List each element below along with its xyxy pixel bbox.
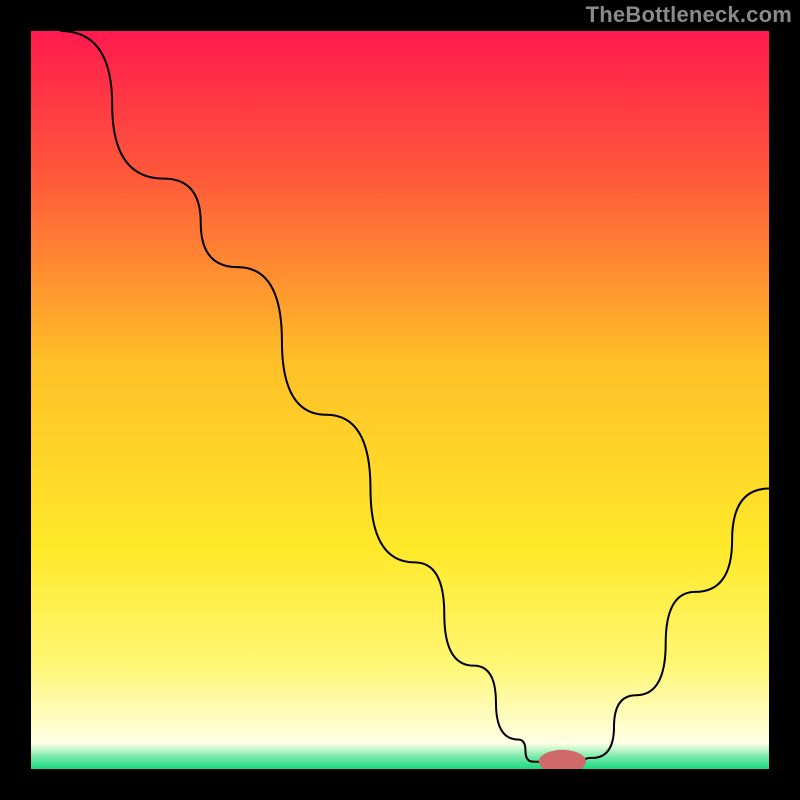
gradient-background — [31, 31, 769, 769]
watermark: TheBottleneck.com — [586, 2, 792, 28]
bottleneck-chart — [31, 31, 769, 769]
